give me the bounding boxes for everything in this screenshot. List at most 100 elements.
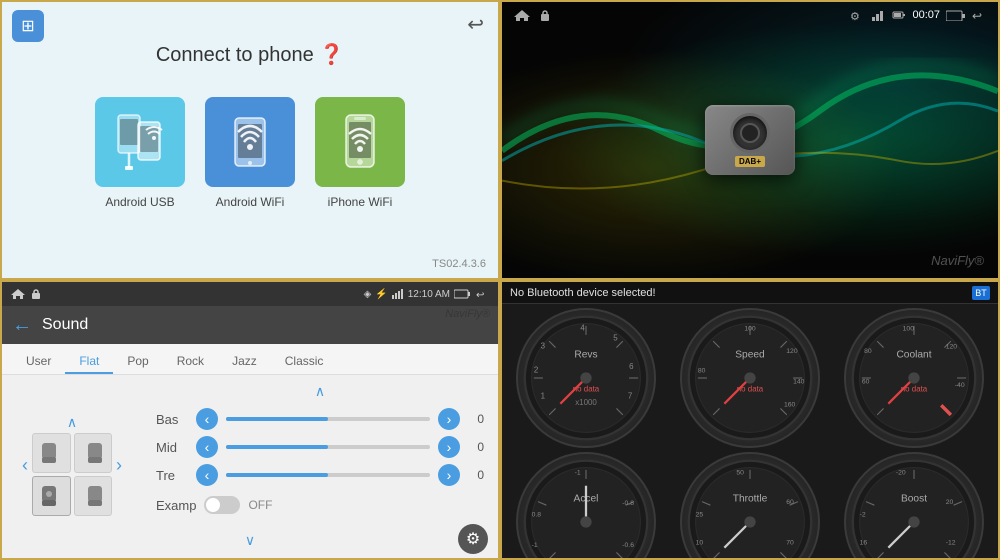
android-wifi-icon-box [205,97,295,187]
tab-pop[interactable]: Pop [113,348,162,374]
svg-text:-1: -1 [575,469,581,476]
statusbar-left-icons [10,288,42,300]
eq-bas-inc[interactable]: › [438,408,460,430]
tab-jazz[interactable]: Jazz [218,348,271,374]
gauge-speed-svg: Speed no data 80 100 120 140 160 [682,310,818,446]
svg-text:Revs: Revs [574,350,597,361]
dab-panel: ⚙ 00:07 ↩ DAB+ NaviFly® [500,0,1000,280]
version-tag: TS02.4.3.6 [432,258,486,270]
home-icon [512,8,532,22]
svg-text:-1: -1 [532,542,538,549]
eq-tre-fill [226,473,328,477]
eq-bas-dec[interactable]: ‹ [196,408,218,430]
svg-text:120: 120 [946,344,958,351]
seat-prev-button[interactable]: ‹ [22,455,28,476]
gauge-boost: Boost -2 -20 20 -12 16 -4 -8 [844,452,984,560]
eq-mid-track[interactable] [226,445,430,449]
toggle-knob [206,498,220,512]
svg-text:160: 160 [784,401,796,408]
seat-up-arrow[interactable]: ∧ [32,414,112,431]
dab-speaker-inner [740,123,760,143]
sound-down-arrow[interactable]: ∨ [245,532,255,549]
svg-text:6: 6 [629,362,634,371]
android-usb-svg [110,110,170,175]
iphone-wifi-svg [330,110,390,175]
sound-back-button[interactable]: ← [12,314,32,337]
svg-text:100: 100 [903,325,915,332]
seat-rr[interactable] [74,476,113,516]
no-bt-message: No Bluetooth device selected! [510,287,972,299]
back-button[interactable]: ↩ [467,12,484,37]
svg-text:4: 4 [580,323,585,332]
examp-label: Examp [156,498,196,513]
svg-text:60: 60 [862,379,870,386]
svg-text:-2: -2 [860,511,866,518]
svg-text:-40: -40 [955,382,965,389]
tab-flat[interactable]: Flat [65,348,113,374]
gauge-coolant-svg: Coolant no data 60 80 100 120 -40 [846,310,982,446]
eq-tre-track[interactable] [226,473,430,477]
tab-user[interactable]: User [12,348,65,374]
eq-bas-track[interactable] [226,417,430,421]
gps-icon: ◈ [364,289,372,300]
seat-fr[interactable] [74,433,113,473]
seat-grid-container: ∧ [32,414,112,516]
gauge-revs-svg: Revs no data x1000 1 2 3 4 5 6 7 [518,310,654,446]
eq-bas-fill [226,417,328,421]
seat-rr-icon [81,482,105,510]
svg-text:⚙: ⚙ [850,11,860,21]
connect-options: Android USB Android WiFi [95,97,405,209]
eq-bas-row: Bas ‹ › 0 [156,408,484,430]
signal-icon [872,9,886,21]
svg-text:60: 60 [786,499,794,506]
eq-mid-dec[interactable]: ‹ [196,436,218,458]
eq-mid-inc[interactable]: › [438,436,460,458]
seat-rl[interactable] [32,476,71,516]
svg-text:Throttle: Throttle [733,494,768,505]
svg-text:↩: ↩ [476,290,484,299]
battery-status-icon [892,9,906,21]
seat-rl-icon [39,482,63,510]
iphone-wifi-option[interactable]: iPhone WiFi [315,97,405,209]
lock-icon [538,8,552,22]
sound-bottom: ∨ ⚙ [2,522,498,558]
navifly-watermark-dab: NaviFly® [931,253,984,268]
sound-gear-button[interactable]: ⚙ [458,524,488,554]
sound-header: ← Sound [2,306,498,344]
android-usb-icon-box [95,97,185,187]
help-icon[interactable]: ❓ [319,44,344,66]
connect-title: Connect to phone ❓ [156,42,344,67]
seat-fl-icon [39,439,63,467]
eq-tre-inc[interactable]: › [438,464,460,486]
gauge-coolant: Coolant no data 60 80 100 120 -40 [844,308,984,448]
android-wifi-label: Android WiFi [216,195,285,209]
android-wifi-svg [220,110,280,175]
dab-time: 00:07 [912,9,940,21]
svg-text:120: 120 [786,348,798,355]
eq-tre-dec[interactable]: ‹ [196,464,218,486]
eq-up-arrow[interactable]: ∧ [156,383,484,400]
signal-status-icon [392,289,404,299]
sound-panel: ◈ ⚡ 12:10 AM ↩ NaviFly® ← Sound User Fla… [0,280,500,560]
svg-text:70: 70 [786,540,794,547]
svg-text:-0.8: -0.8 [622,500,634,507]
tab-classic[interactable]: Classic [271,348,338,374]
bt-icon: BT [972,286,990,300]
examp-state: OFF [248,498,272,512]
iphone-wifi-label: iPhone WiFi [328,195,393,209]
android-usb-option[interactable]: Android USB [95,97,185,209]
dab-speaker [730,113,770,153]
svg-text:2: 2 [534,365,538,374]
examp-toggle[interactable] [204,496,240,514]
eq-mid-fill [226,445,328,449]
eq-tabs: User Flat Pop Rock Jazz Classic [2,344,498,375]
tab-rock[interactable]: Rock [163,348,218,374]
android-wifi-option[interactable]: Android WiFi [205,97,295,209]
examp-row: Examp OFF [156,496,484,514]
svg-text:↩: ↩ [972,9,982,21]
svg-text:x1000: x1000 [575,398,597,407]
android-usb-label: Android USB [105,195,174,209]
seat-fl[interactable] [32,433,71,473]
gauge-revs: Revs no data x1000 1 2 3 4 5 6 7 [516,308,656,448]
seat-next-button[interactable]: › [116,455,122,476]
